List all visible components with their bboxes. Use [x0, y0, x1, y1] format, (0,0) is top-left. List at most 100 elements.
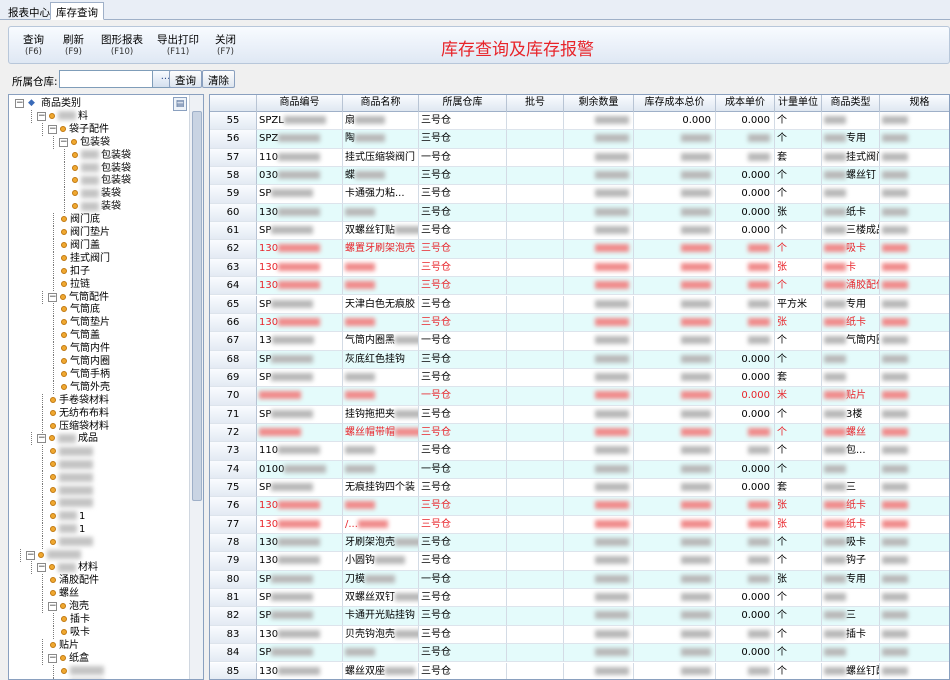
- tree-node[interactable]: − 纸盒: [9, 651, 189, 665]
- table-row[interactable]: 85130螺丝双座三号仓 个螺丝钉配件: [210, 662, 949, 679]
- table-row[interactable]: 55 SPZL 扇三号仓 0.000 0.000 个: [210, 112, 949, 131]
- tree-node[interactable]: [9, 664, 189, 678]
- column-header[interactable]: 批号: [507, 95, 564, 112]
- table-row[interactable]: 80 SP 刀模 一号仓 张专用: [210, 570, 949, 590]
- tree-node[interactable]: 气筒外壳: [9, 380, 189, 394]
- table-row[interactable]: 60 130 三号仓 0.000 张纸卡: [210, 203, 949, 223]
- table-row[interactable]: 83 130 贝壳钩泡壳 三号仓 个插卡: [210, 625, 949, 645]
- column-header[interactable]: 商品编号: [257, 95, 343, 112]
- tree-node[interactable]: 阀门底: [9, 213, 189, 227]
- tree-scrollbar[interactable]: [189, 95, 203, 679]
- table-row[interactable]: 79 130 小圆钩 三号仓 个钩子: [210, 552, 949, 571]
- table-row[interactable]: 74 0100 一号仓 0.000 个: [210, 460, 949, 479]
- tree-node[interactable]: 压缩袋材料: [9, 419, 189, 433]
- tree-node[interactable]: 气筒垫片: [9, 316, 189, 330]
- tree-node[interactable]: 包装袋: [9, 161, 189, 175]
- tree-toggle-icon[interactable]: −: [59, 137, 68, 147]
- tree-toggle-icon[interactable]: −: [48, 653, 57, 663]
- table-row[interactable]: 70 一号仓 0.000 米贴片: [210, 387, 949, 406]
- table-row[interactable]: 61SP双螺丝钉贴三号仓 0.000个三楼成品: [210, 222, 949, 241]
- tree-node[interactable]: 拉链: [9, 277, 189, 291]
- column-header[interactable]: 商品名称: [343, 95, 419, 112]
- tree-collapse-icon[interactable]: ▤: [173, 97, 187, 111]
- table-row[interactable]: 71 SP 挂钩拖把夹 三号仓 0.000 个 3楼: [210, 405, 949, 424]
- tree-node[interactable]: 阀门垫片: [9, 226, 189, 239]
- tree-node[interactable]: 1: [9, 509, 189, 523]
- tree-toggle-icon[interactable]: −: [48, 292, 57, 302]
- tree-scroll-thumb[interactable]: [192, 111, 202, 501]
- table-row[interactable]: 56 SPZ 陶三号仓 个专用: [210, 130, 949, 149]
- table-row[interactable]: 59 SP 卡通强力粘... 三号仓 0.000 个: [210, 185, 949, 204]
- table-row[interactable]: 66 130 三号仓 张纸卡: [210, 313, 949, 333]
- tree-toggle-icon[interactable]: −: [37, 111, 46, 121]
- tree-node[interactable]: 手卷袋材料: [9, 393, 189, 407]
- tree-node[interactable]: 气筒手柄: [9, 367, 189, 381]
- column-header[interactable]: 剩余数量: [564, 95, 634, 112]
- tree-node[interactable]: 插卡: [9, 613, 189, 626]
- table-row[interactable]: 69 SP 三号仓 0.000 套: [210, 368, 949, 388]
- tree-toggle-icon[interactable]: −: [15, 99, 24, 108]
- table-row[interactable]: 64130 三号仓 个涌胶配件: [210, 277, 949, 296]
- table-row[interactable]: 68 SP 灰底红色挂钩 三号仓 0.000 个: [210, 350, 949, 369]
- tree-node[interactable]: 吸卡: [9, 625, 189, 639]
- column-header[interactable]: 计量单位: [775, 95, 822, 112]
- tree-node[interactable]: [9, 496, 189, 510]
- tree-node[interactable]: 扣子: [9, 264, 189, 278]
- tree-toggle-icon[interactable]: −: [48, 602, 57, 612]
- table-row[interactable]: 72 螺丝帽带帽 三号仓 个螺丝: [210, 423, 949, 443]
- table-row[interactable]: 6713气筒内圈黑一号仓 个气筒内圈: [210, 332, 949, 351]
- table-row[interactable]: 76 130 三号仓 张纸卡: [210, 497, 949, 516]
- table-row[interactable]: 75 SP 无痕挂钩四个装 三号仓 0.000 套三: [210, 479, 949, 498]
- filter-clear-button[interactable]: 清除: [202, 70, 235, 88]
- tree-node[interactable]: 涌胶配件: [9, 574, 189, 588]
- tree-node[interactable]: − 袋子配件: [9, 122, 189, 136]
- tree-node[interactable]: [9, 458, 189, 472]
- table-row[interactable]: 58 030 蝶三号仓 0.000 个螺丝钉: [210, 167, 949, 186]
- tree-node[interactable]: − 包装袋: [9, 135, 189, 149]
- table-row[interactable]: 65 SP 天津白色无痕胶 三号仓 平方米 专用: [210, 295, 949, 314]
- tree-node[interactable]: − 料: [9, 109, 189, 123]
- tree-toggle-icon[interactable]: −: [26, 550, 35, 560]
- tree-node[interactable]: 包装袋: [9, 174, 189, 188]
- export-print-button[interactable]: 导出打印 (F11): [157, 34, 199, 58]
- tree-node[interactable]: − 材料: [9, 561, 189, 575]
- tree-node[interactable]: 装袋: [9, 187, 189, 201]
- tree-node[interactable]: 气筒内件: [9, 342, 189, 356]
- table-row[interactable]: 84 SP 三号仓 0.000 个: [210, 644, 949, 663]
- tree-node[interactable]: [9, 445, 189, 459]
- filter-query-button[interactable]: 查询: [169, 70, 202, 88]
- table-row[interactable]: 81 SP 双螺丝双钉 三号仓 0.000 个: [210, 589, 949, 608]
- tree-toggle-icon[interactable]: −: [48, 124, 57, 134]
- column-header[interactable]: 库存成本总价: [634, 95, 716, 112]
- tree-node[interactable]: 螺丝: [9, 587, 189, 601]
- tree-toggle-icon[interactable]: −: [37, 434, 46, 444]
- table-row[interactable]: 63 130 三号仓 张卡: [210, 258, 949, 278]
- column-header[interactable]: 商品类型: [822, 95, 880, 112]
- table-row[interactable]: 77 130/... 三号仓 张纸卡: [210, 515, 949, 535]
- tree-node[interactable]: [9, 484, 189, 497]
- tree-node[interactable]: 无纺布布料: [9, 406, 189, 420]
- table-row[interactable]: 57110挂式压缩袋阀门一号仓 套挂式阀门: [210, 148, 949, 168]
- tree-node[interactable]: −: [9, 548, 189, 562]
- tree-node[interactable]: [9, 535, 189, 549]
- tree-node[interactable]: 装袋: [9, 200, 189, 214]
- column-header[interactable]: 所属仓库: [419, 95, 507, 112]
- column-header[interactable]: 规格: [880, 95, 949, 112]
- chart-report-button[interactable]: 图形报表 (F10): [101, 34, 143, 58]
- tree-node[interactable]: 包装袋: [9, 148, 189, 162]
- tree-toggle-icon[interactable]: −: [37, 563, 46, 573]
- refresh-button[interactable]: 刷新 (F9): [63, 34, 84, 58]
- tree-node[interactable]: 气筒底: [9, 303, 189, 317]
- tree-node[interactable]: 阀门盖: [9, 238, 189, 252]
- tree-node[interactable]: 1: [9, 522, 189, 536]
- query-button[interactable]: 查询 (F6): [23, 34, 44, 58]
- tab-report-center[interactable]: 报表中心: [2, 2, 56, 20]
- column-header[interactable]: 成本单价: [716, 95, 775, 112]
- tree-node[interactable]: 挂式阀门: [9, 251, 189, 265]
- tree-node[interactable]: − 成品: [9, 432, 189, 446]
- table-row[interactable]: 78 130 牙刷架泡壳 三号仓 个吸卡: [210, 534, 949, 553]
- close-button[interactable]: 关闭 (F7): [215, 34, 236, 58]
- tree-node[interactable]: 气筒盖: [9, 329, 189, 343]
- table-row[interactable]: 73 110 三号仓 个包...: [210, 442, 949, 461]
- tree-node[interactable]: 气筒内圈: [9, 355, 189, 368]
